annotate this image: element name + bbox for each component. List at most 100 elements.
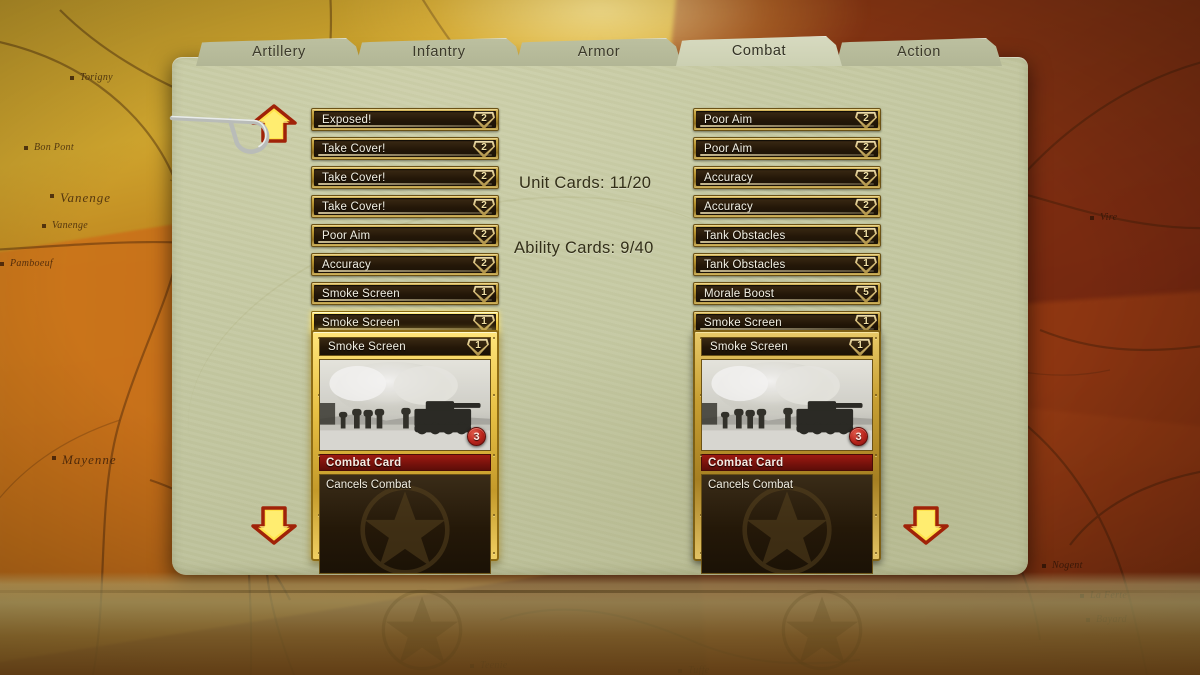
- card-cost-value: 1: [863, 315, 869, 327]
- rivet-icon: [493, 394, 495, 396]
- map-place-label: Nogent: [1052, 560, 1083, 571]
- card-name: Smoke Screen: [322, 287, 400, 300]
- card-row-inner: Exposed! 2: [314, 111, 496, 128]
- card-row[interactable]: Accuracy 2: [693, 195, 881, 218]
- rivet-icon: [493, 337, 495, 339]
- card-cost-badge: 1: [473, 285, 495, 302]
- tab-action[interactable]: Action: [836, 38, 1002, 66]
- rivet-icon: [875, 454, 877, 456]
- card-name: Smoke Screen: [704, 316, 782, 329]
- card-cost-badge: 2: [473, 227, 495, 244]
- map-town-dot: [24, 146, 28, 150]
- card-name: Morale Boost: [704, 287, 775, 300]
- card-cost-value: 2: [481, 199, 487, 211]
- card-cost-value: 2: [481, 141, 487, 153]
- card-row[interactable]: Accuracy 2: [311, 253, 499, 276]
- card-detail-cost-badge: 1: [467, 337, 489, 357]
- card-row[interactable]: Poor Aim 2: [693, 137, 881, 160]
- card-row[interactable]: Accuracy 2: [693, 166, 881, 189]
- card-count-badge: 3: [467, 427, 486, 446]
- card-cost-badge: 1: [473, 314, 495, 331]
- card-row-inner: Poor Aim 2: [696, 140, 878, 157]
- scroll-down-arrow-icon[interactable]: [251, 505, 297, 545]
- card-name: Poor Aim: [704, 142, 753, 155]
- map-town-dot: [70, 76, 74, 80]
- card-description-text: Cancels Combat: [708, 479, 794, 491]
- tab-label: Artillery: [252, 44, 306, 60]
- card-name: Accuracy: [704, 200, 753, 213]
- tab-bar[interactable]: Artillery Infantry Armor Combat Action: [196, 36, 996, 66]
- card-cost-badge: 2: [855, 111, 877, 128]
- card-row[interactable]: Exposed! 2: [311, 108, 499, 131]
- map-town-dot: [1042, 564, 1046, 568]
- scroll-down-arrow-icon-right[interactable]: [903, 505, 949, 545]
- map-town-dot: [1090, 216, 1094, 220]
- tab-artillery[interactable]: Artillery: [196, 38, 362, 66]
- card-cost-badge: 2: [473, 256, 495, 273]
- scroll-up-arrow-icon[interactable]: [251, 104, 297, 144]
- card-cost-badge: 2: [473, 169, 495, 186]
- card-cost-value: 1: [863, 257, 869, 269]
- card-row-inner: Poor Aim 2: [696, 111, 878, 128]
- ability-cards-counter: Ability Cards: 9/40: [514, 239, 654, 257]
- card-cost-badge: 1: [855, 256, 877, 273]
- rivet-icon: [493, 454, 495, 456]
- tab-armor[interactable]: Armor: [516, 38, 682, 66]
- card-row[interactable]: Morale Boost 5: [693, 282, 881, 305]
- card-row-inner: Poor Aim 2: [314, 227, 496, 244]
- map-town-dot: [52, 456, 56, 460]
- map-place-label: Vanenge: [60, 190, 112, 205]
- tab-label: Action: [897, 44, 941, 60]
- tab-label: Armor: [577, 44, 621, 60]
- card-name: Accuracy: [322, 258, 371, 271]
- card-row[interactable]: Take Cover! 2: [311, 137, 499, 160]
- map-place-label: Pamboeuf: [10, 258, 53, 269]
- card-cost-badge: 2: [855, 140, 877, 157]
- card-name: Tank Obstacles: [704, 258, 786, 271]
- card-cost-value: 1: [863, 228, 869, 240]
- card-cost-badge: 2: [855, 198, 877, 215]
- card-row[interactable]: Tank Obstacles 1: [693, 224, 881, 247]
- card-cost-badge: 2: [473, 111, 495, 128]
- card-cost-badge: 2: [855, 169, 877, 186]
- card-row-inner: Smoke Screen 1: [314, 285, 496, 302]
- card-row-inner: Accuracy 2: [314, 256, 496, 273]
- card-row[interactable]: Poor Aim 2: [311, 224, 499, 247]
- available-card-detail[interactable]: Smoke Screen 1 3 Combat Card Cancels Combat: [311, 330, 499, 574]
- card-cost-value: 2: [863, 170, 869, 182]
- rivet-icon: [875, 552, 877, 554]
- card-detail-header: Smoke Screen 1: [701, 337, 873, 357]
- card-row[interactable]: Tank Obstacles 1: [693, 253, 881, 276]
- card-name: Smoke Screen: [322, 316, 400, 329]
- card-detail-name: Smoke Screen: [328, 340, 406, 353]
- allied-star-watermark-icon: [742, 485, 832, 573]
- rivet-icon: [493, 514, 495, 516]
- card-cost-value: 2: [481, 257, 487, 269]
- deck-cards-list[interactable]: Poor Aim 2 Poor Aim 2 Accuracy 2 Accuracy 2 Tank…: [693, 108, 881, 340]
- card-detail-cost-value: 1: [475, 339, 481, 351]
- card-row-inner: Tank Obstacles 1: [696, 256, 878, 273]
- card-row[interactable]: Smoke Screen 1: [311, 282, 499, 305]
- card-row[interactable]: Take Cover! 2: [311, 195, 499, 218]
- card-row[interactable]: Take Cover! 2: [311, 166, 499, 189]
- card-row-inner: Tank Obstacles 1: [696, 227, 878, 244]
- tab-label: Infantry: [412, 44, 466, 60]
- card-type-banner: Combat Card: [701, 454, 873, 471]
- rivet-icon: [875, 394, 877, 396]
- map-place-label: Torigny: [80, 72, 113, 83]
- unit-cards-counter: Unit Cards: 11/20: [519, 174, 652, 192]
- rivet-icon: [493, 552, 495, 554]
- card-cost-value: 2: [863, 112, 869, 124]
- card-row-inner: Accuracy 2: [696, 198, 878, 215]
- tab-infantry[interactable]: Infantry: [356, 38, 522, 66]
- card-name: Poor Aim: [322, 229, 371, 242]
- tab-combat[interactable]: Combat: [676, 36, 842, 66]
- available-cards-list[interactable]: Exposed! 2 Take Cover! 2 Take Cover! 2 Take Co…: [311, 108, 499, 340]
- map-place-label: Mayenne: [62, 452, 117, 467]
- card-row[interactable]: Poor Aim 2: [693, 108, 881, 131]
- card-cost-value: 1: [481, 286, 487, 298]
- card-cost-badge: 5: [855, 285, 877, 302]
- deck-card-detail[interactable]: Smoke Screen 1 3 Combat Card Cancels Combat: [693, 330, 881, 574]
- card-row-inner: Smoke Screen 1: [696, 314, 878, 331]
- card-name: Accuracy: [704, 171, 753, 184]
